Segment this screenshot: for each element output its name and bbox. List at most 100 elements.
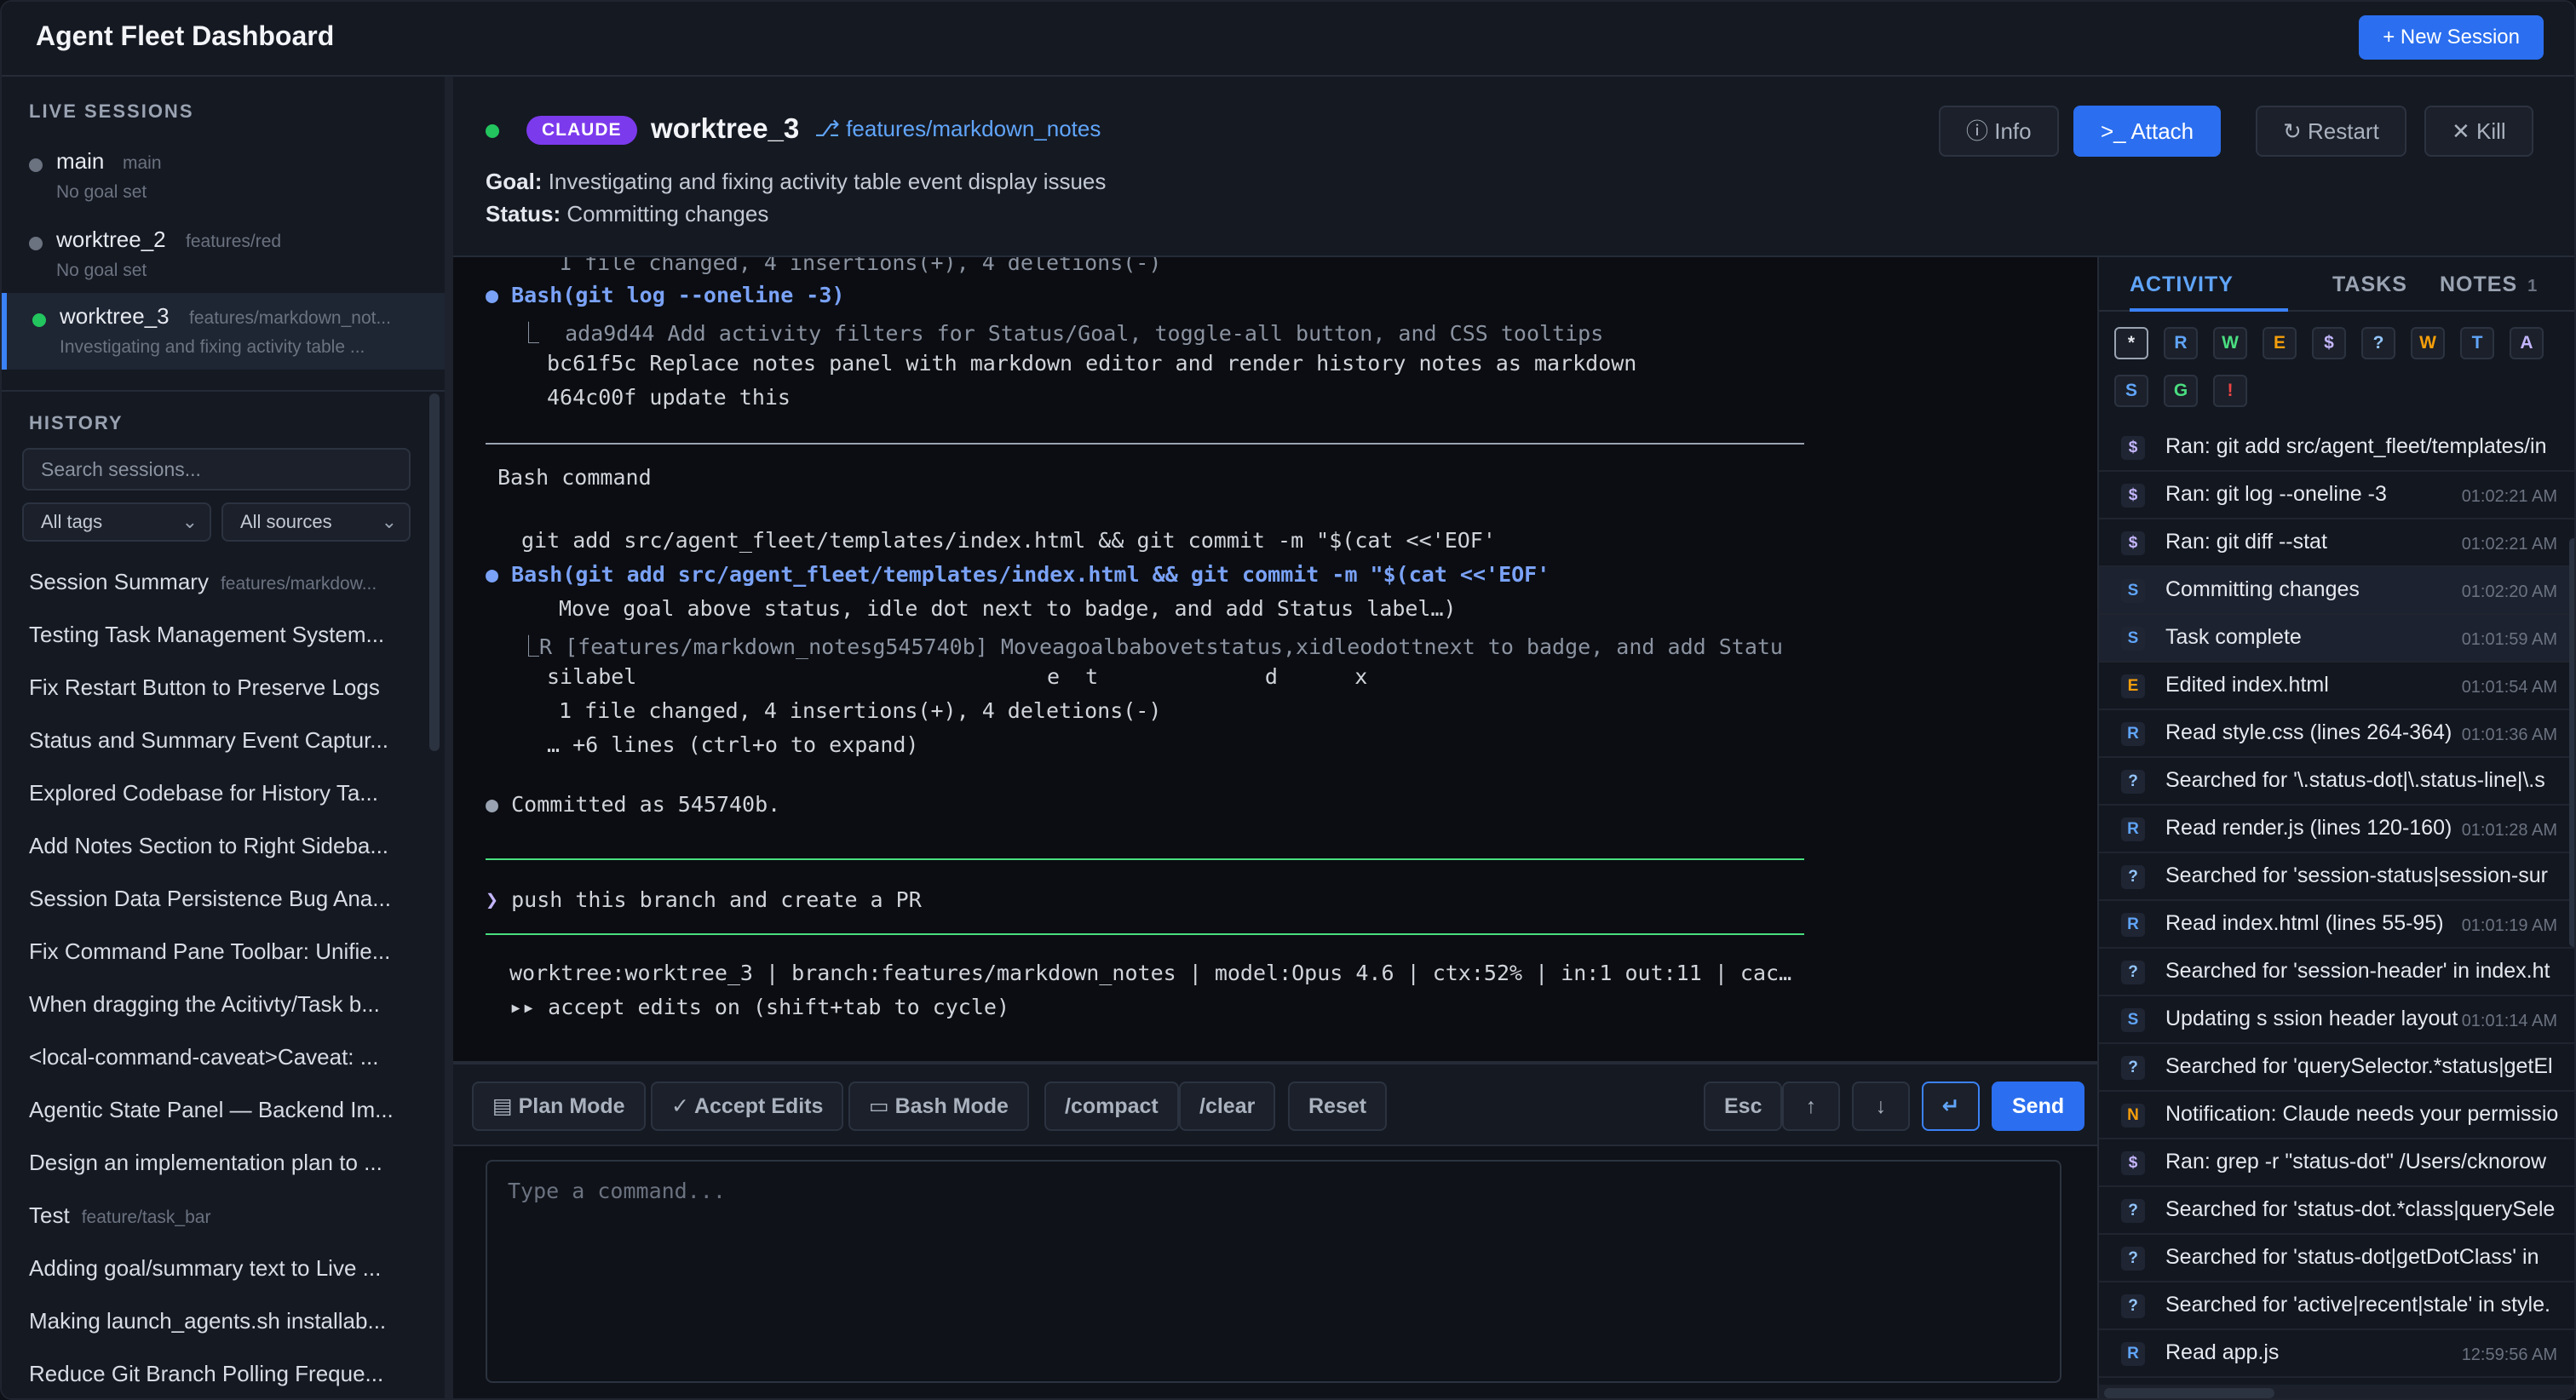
tab-activity[interactable]: ACTIVITY [2130,257,2288,312]
history-item-title: Explored Codebase for History Ta... [29,780,378,806]
activity-filter-button[interactable]: G [2164,375,2198,407]
activity-filter-button[interactable]: ? [2361,327,2395,359]
escape-button[interactable]: Esc [1704,1082,1783,1131]
sidebar-resize-handle[interactable] [445,77,453,1398]
activity-row[interactable]: S Task complete 01:01:59 AM [2099,615,2574,663]
history-item[interactable]: When dragging the Acitivty/Task b... [29,991,404,1025]
activity-time: 01:02:21 AM [2461,535,2557,554]
history-item[interactable]: Status and Summary Event Captur... [29,727,404,761]
app-window: Agent Fleet Dashboard + New Session LIVE… [0,0,2576,1400]
bash-mode-button[interactable]: ▭ Bash Mode [848,1082,1029,1131]
restart-button[interactable]: ↻ Restart [2256,106,2406,157]
activity-row[interactable]: R Read style.css (lines 264-364) 01:01:36 … [2099,710,2574,758]
history-heading: HISTORY [29,412,124,433]
search-sessions-input[interactable]: Search sessions... [22,448,411,491]
activity-row[interactable]: ? Searched for '\.status-dot|\.status-lin… [2099,758,2574,806]
activity-time: 01:02:21 AM [2461,487,2557,506]
reset-button[interactable]: Reset [1288,1082,1388,1131]
kill-button[interactable]: ✕ Kill [2424,106,2533,157]
activity-row[interactable]: R Read app.js 12:59:56 AM [2099,1330,2574,1378]
sidebar-scrollbar[interactable] [429,393,440,751]
history-item[interactable]: Add Notes Section to Right Sideba... [29,833,404,867]
enter-button[interactable]: ↵ [1922,1082,1980,1131]
activity-row[interactable]: S Committing changes 01:02:20 AM [2099,567,2574,615]
sources-select[interactable]: All sources ⌄ [221,502,411,542]
history-item[interactable]: Agentic State Panel — Backend Im... [29,1097,404,1131]
terminal-output[interactable]: 1 file changed, 4 insertions(+), 4 delet… [453,257,2097,1061]
activity-row[interactable]: ? Searched for 'status-dot|getDotClass' i… [2099,1235,2574,1282]
history-item[interactable]: Making launch_agents.sh installab... [29,1308,404,1342]
activity-type-icon: $ [2121,484,2145,508]
activity-filter-button[interactable]: $ [2312,327,2346,359]
activity-filter-button[interactable]: W [2213,327,2247,359]
activity-time: 01:01:36 AM [2461,726,2557,744]
history-item[interactable]: Session Summary features/markdow... [29,569,404,603]
terminal-line: silabel e t d x [547,664,1368,689]
history-down-button[interactable]: ↓ [1852,1082,1910,1131]
activity-hscrollbar[interactable] [2099,1385,2574,1398]
tags-select[interactable]: All tags ⌄ [22,502,211,542]
history-item[interactable]: <local-command-caveat>Caveat: ... [29,1044,404,1078]
history-item[interactable]: Design an implementation plan to ... [29,1150,404,1184]
activity-row[interactable]: ? Searched for 'session-header' in index.… [2099,949,2574,996]
activity-scrollbar[interactable] [2569,538,2574,947]
hscroll-thumb[interactable] [2104,1388,2274,1398]
history-up-button[interactable]: ↑ [1782,1082,1840,1131]
live-session-branch: main [123,153,162,173]
chevron-down-icon: ⌄ [381,511,397,532]
tab-notes[interactable]: NOTES 1 [2440,257,2538,312]
activity-row[interactable]: ? Searched for 'active|recent|stale' in s… [2099,1282,2574,1330]
plan-mode-button[interactable]: ▤ Plan Mode [472,1082,646,1131]
activity-row[interactable]: S Updating s ssion header layout 01:01:14 … [2099,996,2574,1044]
activity-row[interactable]: ? Searched for 'session-status|session-su… [2099,853,2574,901]
activity-filter-button[interactable]: W [2411,327,2445,359]
command-input[interactable]: Type a command... [486,1160,2061,1383]
activity-row[interactable]: $ Ran: git diff --stat 01:02:21 AM [2099,519,2574,567]
clear-button[interactable]: /clear [1179,1082,1276,1131]
history-item[interactable]: Fix Command Pane Toolbar: Unifie... [29,938,404,973]
live-session-worktree-2[interactable]: worktree_2 features/red No goal set [2,216,445,293]
activity-row[interactable]: E Edited index.html 01:01:54 AM [2099,663,2574,710]
activity-type-icon: E [2121,674,2145,698]
send-button[interactable]: Send [1992,1082,2085,1131]
history-item[interactable]: Explored Codebase for History Ta... [29,780,404,814]
terminal-command: Bash(git log --oneline -3) [511,283,845,307]
terminal-line: ⎿R [features/markdown_notesg545740b] Mov… [518,634,1783,659]
activity-row[interactable]: $ Ran: git add src/agent_fleet/templates/… [2099,424,2574,472]
terminal-line: 1 file changed, 4 insertions(+), 4 delet… [559,698,1162,723]
live-session-worktree-3[interactable]: worktree_3 features/markdown_not... Inve… [2,293,445,370]
history-item-title: When dragging the Acitivty/Task b... [29,991,380,1017]
activity-type-icon: N [2121,1104,2145,1127]
history-item[interactable]: Session Data Persistence Bug Ana... [29,886,404,920]
accept-edits-button[interactable]: ✓ Accept Edits [651,1082,844,1131]
terminal-prompt-line: ❯ push this branch and create a PR [486,887,922,912]
tab-tasks[interactable]: TASKS [2332,257,2407,312]
terminal-line: git add src/agent_fleet/templates/index.… [521,528,1496,553]
history-item[interactable]: Reduce Git Branch Polling Freque... [29,1361,404,1395]
history-item[interactable]: Test feature/task_bar [29,1202,404,1236]
activity-row[interactable]: $ Ran: git log --oneline -3 01:02:21 AM [2099,472,2574,519]
new-session-button[interactable]: + New Session [2359,15,2544,60]
history-item[interactable]: Testing Task Management System... [29,622,404,656]
history-item[interactable]: Adding goal/summary text to Live ... [29,1255,404,1289]
info-button[interactable]: ⓘ Info [1939,106,2059,157]
compact-button[interactable]: /compact [1044,1082,1179,1131]
activity-filter-button[interactable]: T [2460,327,2494,359]
activity-filter-button[interactable]: A [2510,327,2544,359]
activity-row[interactable]: N Notification: Claude needs your permiss… [2099,1092,2574,1139]
activity-filter-button[interactable]: * [2114,327,2148,359]
attach-button[interactable]: >_ Attach [2073,106,2222,157]
activity-row[interactable]: $ Ran: grep -r "status-dot" /Users/cknoro… [2099,1139,2574,1187]
live-session-main[interactable]: main main No goal set [2,138,445,215]
session-name: worktree_3 [651,112,800,144]
activity-filter-button[interactable]: R [2164,327,2198,359]
activity-row[interactable]: R Read index.html (lines 55-95) 01:01:19 A… [2099,901,2574,949]
activity-row[interactable]: ? Searched for 'querySelector.*status|get… [2099,1044,2574,1092]
activity-filter-button[interactable]: S [2114,375,2148,407]
activity-filter-button[interactable]: E [2263,327,2297,359]
activity-row[interactable]: ? Searched for 'status-dot.*class|querySe… [2099,1187,2574,1235]
activity-filter-button[interactable]: ! [2213,375,2247,407]
history-item[interactable]: Fix Restart Button to Preserve Logs [29,674,404,709]
activity-row[interactable]: R Read render.js (lines 120-160) 01:01:28 … [2099,806,2574,853]
terminal-line: ● Bash(git add src/agent_fleet/templates… [486,562,1550,587]
